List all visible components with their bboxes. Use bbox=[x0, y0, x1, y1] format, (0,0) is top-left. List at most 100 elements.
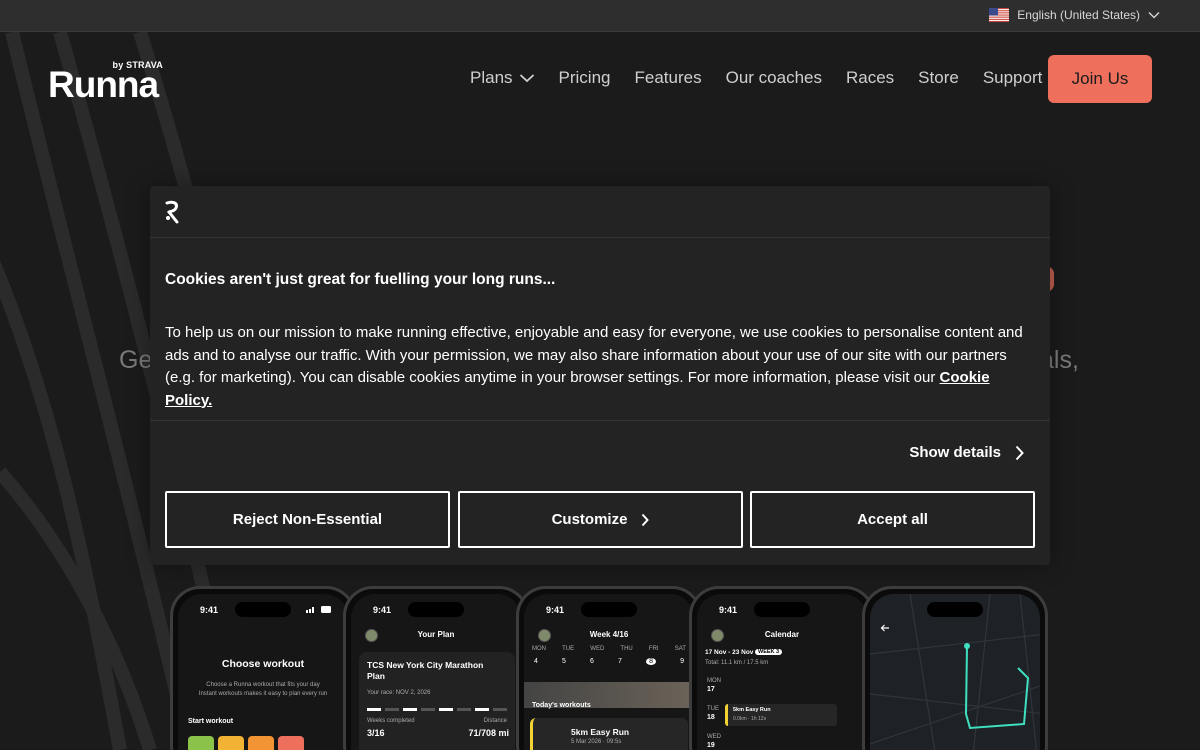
nav-features-label: Features bbox=[634, 68, 702, 87]
chevron-down-icon bbox=[1148, 11, 1160, 19]
date-cell[interactable]: 7 bbox=[618, 658, 622, 665]
calendar-workout[interactable]: 5km Easy Run 0.0km · 1h 12s bbox=[725, 704, 837, 726]
phone-week-view: 9:41 Week 4/16 MON TUE WED THU FRI SAT 4… bbox=[516, 586, 702, 750]
cookie-dialog-header bbox=[150, 186, 1050, 238]
phone-screen: 9:41 Week 4/16 MON TUE WED THU FRI SAT 4… bbox=[524, 594, 694, 750]
day-fri: FRI bbox=[648, 646, 659, 652]
phone-choose-workout: 9:41 Choose workout Choose a Runna worko… bbox=[170, 586, 356, 750]
phone-screen: 9:41 Your Plan TCS New York City Maratho… bbox=[351, 594, 521, 750]
workout-tile-red[interactable] bbox=[278, 736, 304, 750]
phone-notch bbox=[408, 602, 464, 617]
nav-features[interactable]: Features bbox=[635, 66, 702, 90]
day-thu: THU bbox=[620, 646, 633, 652]
choose-workout-title: Choose workout bbox=[221, 658, 305, 670]
workout-tile-yellow[interactable] bbox=[218, 736, 244, 750]
date-cell[interactable]: 6 bbox=[590, 658, 594, 665]
phone-time: 9:41 bbox=[373, 605, 392, 615]
plan-progress-bar bbox=[367, 708, 507, 711]
nav-pricing[interactable]: Pricing bbox=[559, 66, 611, 90]
weeks-completed-label: Weeks completed bbox=[367, 718, 415, 724]
phone-calendar: 9:41 Calendar 17 Nov - 23 Nov WEEK 3 Tot… bbox=[689, 586, 875, 750]
nav-races[interactable]: Races bbox=[846, 66, 894, 90]
plan-name: TCS New York City Marathon Plan bbox=[367, 660, 484, 681]
language-selector[interactable]: English (United States) bbox=[989, 8, 1160, 22]
nav-pricing-label: Pricing bbox=[558, 68, 611, 87]
calendar-workout-meta: 0.0km · 1h 12s bbox=[733, 716, 767, 722]
hero-subtitle-fragment-left: Ge bbox=[119, 346, 153, 374]
nav-our-coaches[interactable]: Our coaches bbox=[726, 66, 822, 90]
workout-card[interactable]: 5km Easy Run 5 Mar 2026 · 09:5s bbox=[530, 718, 688, 750]
phone-time: 9:41 bbox=[200, 605, 219, 615]
phone-your-plan: 9:41 Your Plan TCS New York City Maratho… bbox=[343, 586, 529, 750]
calendar-range: 17 Nov - 23 Nov bbox=[705, 649, 754, 656]
nav-support[interactable]: Support bbox=[983, 66, 1043, 90]
week-selector[interactable]: Week 4/16 bbox=[524, 630, 694, 639]
week-tag: WEEK 3 bbox=[755, 649, 783, 655]
runna-mark-icon bbox=[165, 200, 179, 224]
nav-races-label: Races bbox=[845, 68, 895, 87]
language-bar: English (United States) bbox=[0, 0, 1200, 32]
status-icons bbox=[306, 606, 331, 613]
phone-screen bbox=[870, 594, 1040, 750]
date-cell[interactable]: 9 bbox=[680, 658, 684, 665]
cookie-body: To help us on our mission to make runnin… bbox=[165, 322, 1037, 412]
phone-time: 9:41 bbox=[546, 605, 565, 615]
row-day: TUE bbox=[707, 706, 719, 712]
app-screenshots: 9:41 Choose workout Choose a Runna worko… bbox=[170, 586, 1070, 750]
row-day: WED bbox=[707, 734, 721, 740]
date-cell[interactable]: 5 bbox=[562, 658, 566, 665]
phone-notch bbox=[235, 602, 291, 617]
nav-store[interactable]: Store bbox=[918, 66, 959, 90]
main-nav: Plans Pricing Features Our coaches Races… bbox=[470, 66, 1042, 90]
day-mon: MON bbox=[532, 646, 546, 652]
runna-logo[interactable]: by STRAVA Runna bbox=[48, 60, 163, 105]
nav-plans-label: Plans bbox=[470, 68, 513, 87]
cookie-body-text: To help us on our mission to make runnin… bbox=[165, 324, 1023, 386]
back-arrow-icon[interactable] bbox=[880, 624, 890, 632]
row-date: 19 bbox=[707, 742, 715, 749]
row-day: MON bbox=[707, 678, 721, 684]
row-date: 17 bbox=[707, 686, 715, 693]
divider bbox=[150, 420, 1050, 421]
calendar-title: Calendar bbox=[764, 630, 800, 639]
todays-workouts-label: Today's workouts bbox=[532, 702, 591, 709]
plan-race-date: Your race: NOV 2, 2026 bbox=[367, 690, 431, 696]
join-us-button[interactable]: Join Us bbox=[1048, 55, 1152, 103]
nav-coaches-label: Our coaches bbox=[725, 68, 822, 87]
workout-name: 5km Easy Run bbox=[571, 727, 630, 737]
your-plan-title: Your Plan bbox=[417, 630, 455, 639]
route-map bbox=[870, 594, 1040, 750]
accept-all-button[interactable]: Accept all bbox=[750, 491, 1035, 548]
distance-label: Distance bbox=[483, 718, 507, 724]
show-details-button[interactable]: Show details bbox=[909, 444, 1024, 461]
reject-non-essential-button[interactable]: Reject Non-Essential bbox=[165, 491, 450, 548]
weeks-completed-value: 3/16 bbox=[367, 728, 385, 738]
customize-button[interactable]: Customize bbox=[458, 491, 743, 548]
nav-plans[interactable]: Plans bbox=[470, 66, 535, 90]
date-cell[interactable]: 4 bbox=[534, 658, 538, 665]
date-cell-selected[interactable]: 8 bbox=[646, 658, 656, 665]
cookie-title: Cookies aren't just great for fuelling y… bbox=[165, 271, 556, 288]
plan-card[interactable]: TCS New York City Marathon Plan Your rac… bbox=[359, 652, 515, 750]
phone-screen: 9:41 Calendar 17 Nov - 23 Nov WEEK 3 Tot… bbox=[697, 594, 867, 750]
accept-label: Accept all bbox=[857, 511, 928, 528]
cookie-consent-dialog: Cookies aren't just great for fuelling y… bbox=[150, 186, 1050, 565]
week-days: MON TUE WED THU FRI SAT bbox=[532, 646, 686, 652]
phone-notch bbox=[581, 602, 637, 617]
distance-value: 71/708 mi bbox=[468, 728, 509, 738]
day-tue: TUE bbox=[562, 646, 575, 652]
chevron-right-icon bbox=[642, 513, 650, 526]
choose-workout-subtitle: Choose a Runna workout that fits your da… bbox=[206, 682, 320, 688]
reject-label: Reject Non-Essential bbox=[232, 511, 383, 528]
logo-wordmark: Runna bbox=[48, 64, 159, 105]
language-label: English (United States) bbox=[1017, 8, 1140, 22]
show-details-label: Show details bbox=[909, 444, 1001, 461]
week-dates: 4 5 6 7 8 9 bbox=[534, 658, 684, 665]
workout-tile-green[interactable] bbox=[188, 736, 214, 750]
choose-workout-subtitle-2: Instant workouts makes it easy to plan e… bbox=[198, 691, 328, 697]
workout-tile-orange[interactable] bbox=[248, 736, 274, 750]
phone-route-map bbox=[862, 586, 1048, 750]
chevron-right-icon bbox=[1015, 445, 1024, 460]
calendar-total: Total: 11.1 km / 17.5 km bbox=[705, 660, 769, 666]
chevron-down-icon bbox=[519, 74, 534, 83]
